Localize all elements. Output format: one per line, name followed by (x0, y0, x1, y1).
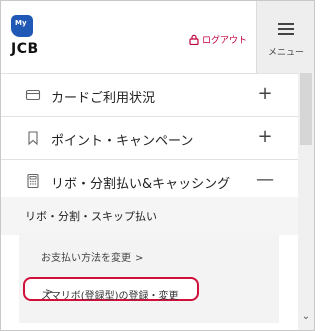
nav-item-points-campaign[interactable]: ポイント・キャンペーン + (1, 116, 298, 159)
header: My JCB ログアウト メニュー (1, 1, 314, 73)
submenu-heading[interactable]: リボ・分割・スキップ払い (1, 197, 298, 235)
menu-button[interactable]: メニュー (256, 1, 314, 73)
smart-revo-registration-link[interactable]: スマリボ(登録型)の登録・変更 > (23, 277, 199, 302)
logo-badge-text: My (15, 19, 27, 27)
hamburger-icon (278, 23, 294, 35)
calculator-icon (27, 173, 39, 189)
scrollbar[interactable]: ⌄ (298, 73, 314, 330)
collapse-icon: — (256, 169, 274, 190)
myjcb-logo[interactable]: My JCB (11, 15, 63, 61)
logout-button[interactable]: ログアウト (189, 31, 247, 47)
nav-item-label: リボ・分割払い&キャッシング (51, 177, 231, 192)
expand-icon: + (257, 126, 273, 147)
nav-item-revo-installment[interactable]: リボ・分割払い&キャッシング — (1, 159, 298, 202)
chevron-right-icon: > (45, 287, 54, 298)
payment-method-change-link[interactable]: お支払い方法を変更 > (41, 249, 143, 264)
scrollbar-thumb[interactable] (300, 73, 312, 145)
nav-item-card-usage[interactable]: カードご利用状況 + (1, 73, 298, 116)
logo-badge: My (11, 15, 33, 37)
expand-icon: + (257, 83, 273, 104)
menu-label: メニュー (267, 48, 304, 58)
logo-text: JCB (11, 41, 39, 57)
nav-item-label: ポイント・キャンペーン (51, 134, 194, 149)
link-label: お支払い方法を変更 (41, 253, 131, 264)
submenu-panel: お支払い方法を変更 > スマリボ(登録型)の登録・変更 > (19, 233, 279, 323)
credit-card-icon (25, 89, 41, 101)
nav-accordion: カードご利用状況 + ポイント・キャンペーン + リボ・分割払い&キャッシング … (1, 73, 298, 202)
link-label: スマリボ(登録型)の登録・変更 (41, 291, 179, 302)
app-frame: My JCB ログアウト メニュー カードご利用状況 + ポイント・キャンペーン… (0, 0, 315, 331)
logout-label: ログアウト (202, 35, 248, 46)
submenu-heading-label: リボ・分割・スキップ払い (25, 210, 157, 223)
lock-icon (189, 34, 199, 45)
nav-item-label: カードご利用状況 (51, 91, 156, 106)
bookmark-icon (28, 131, 38, 146)
chevron-right-icon: > (135, 253, 144, 264)
scroll-down-arrow-icon[interactable]: ⌄ (301, 311, 311, 323)
